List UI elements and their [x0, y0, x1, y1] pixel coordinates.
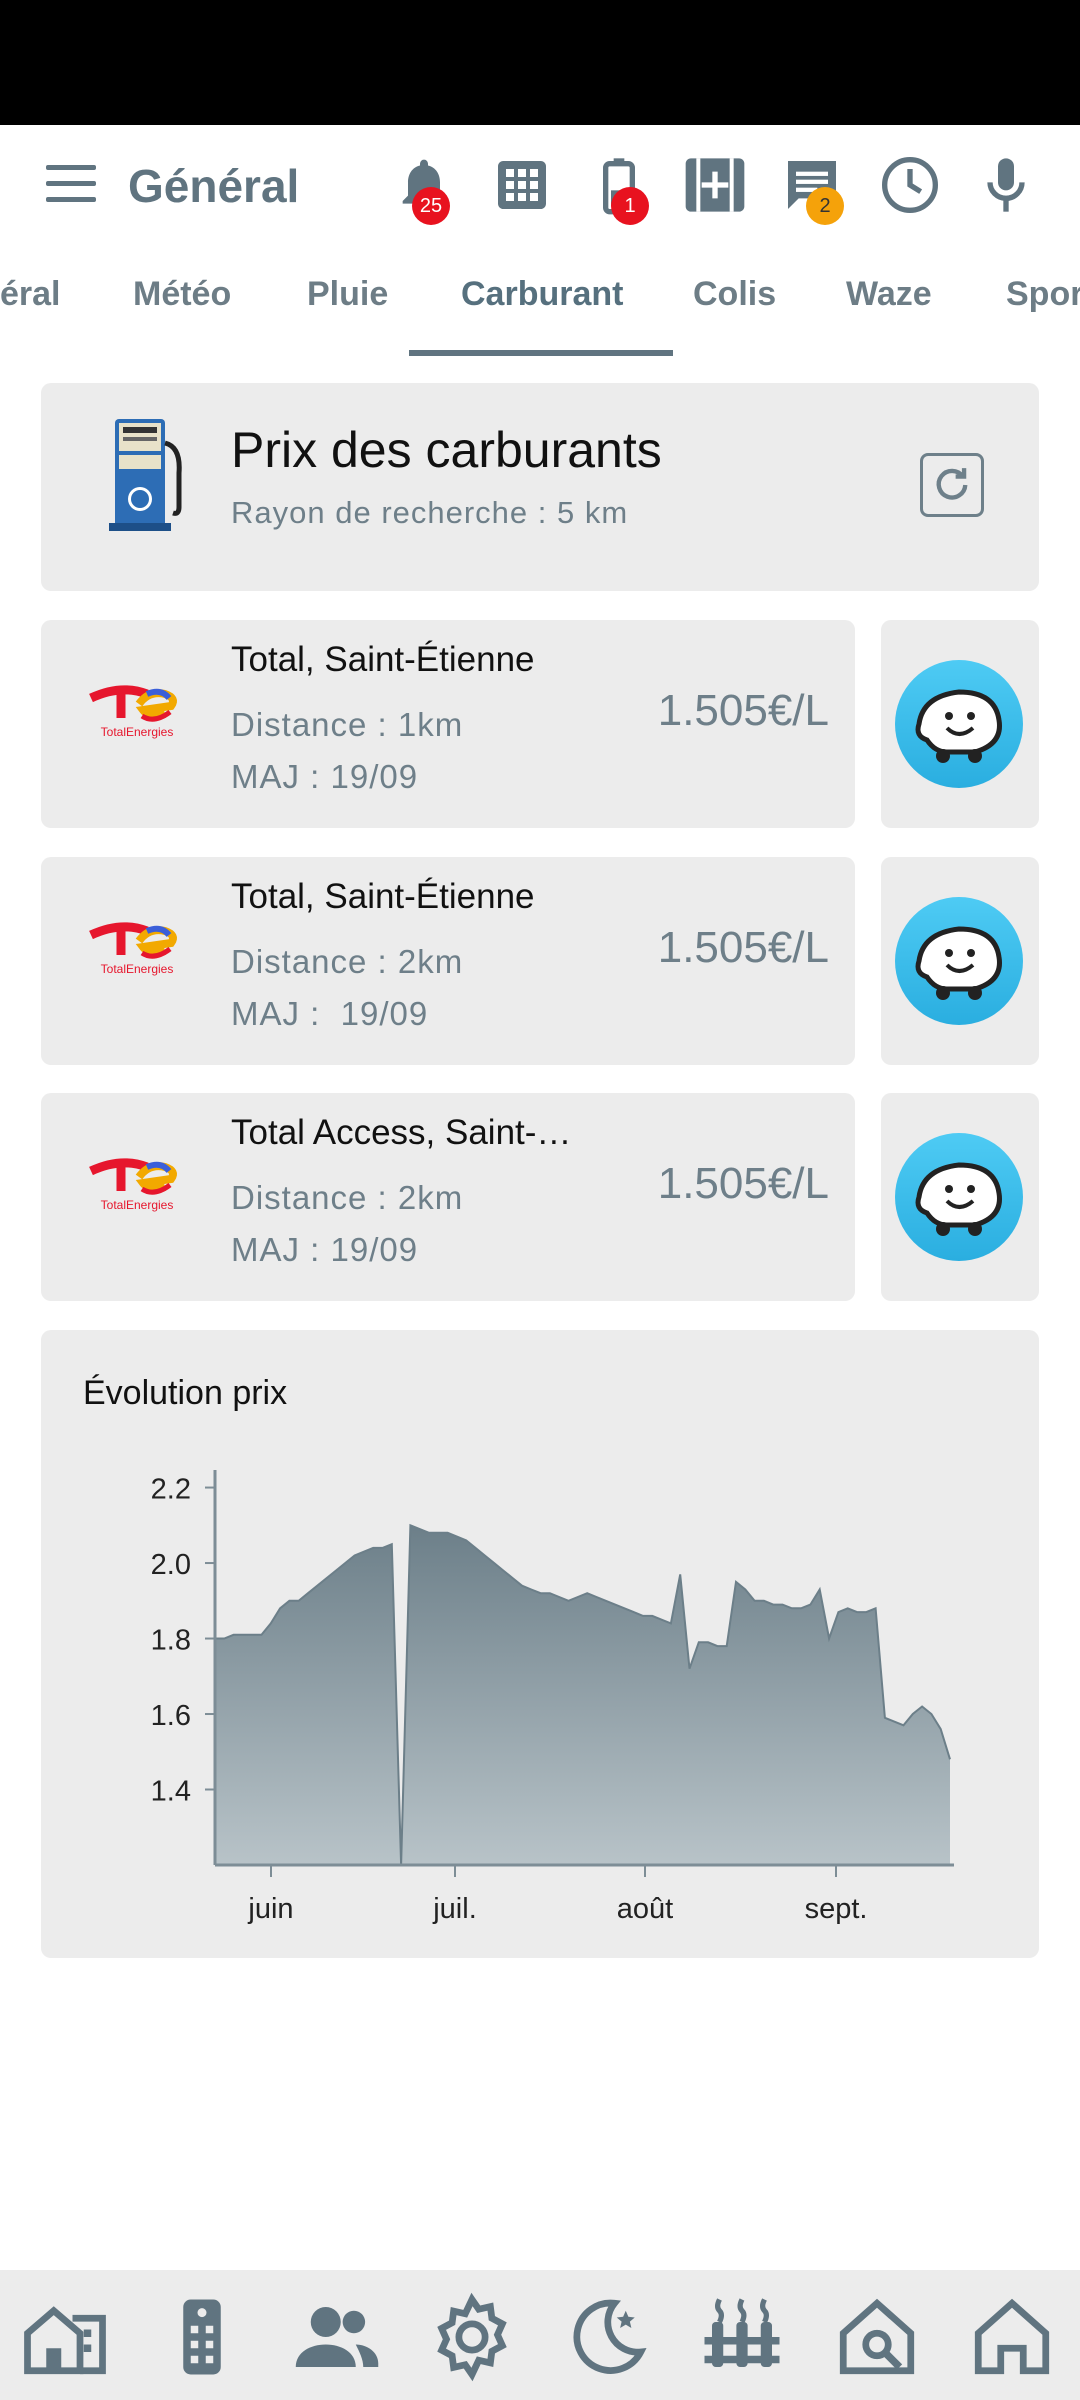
battery-icon[interactable]: 1 — [587, 153, 651, 225]
app-bar: Général 25 1 2 — [0, 125, 1080, 245]
price-chart: 2.2 2.0 1.8 1.6 1.4 juin juil. août sept. — [151, 1470, 954, 1925]
station-price: 1.505€/L — [657, 923, 829, 972]
tab-pluie[interactable]: Pluie — [307, 275, 388, 314]
station-distance: Distance : 2km — [231, 943, 464, 980]
waze-button[interactable] — [881, 1093, 1039, 1301]
people-icon[interactable] — [292, 2292, 382, 2382]
message-icon[interactable]: 2 — [780, 153, 844, 225]
y-tick-label: 2.0 — [151, 1549, 191, 1581]
buildings-icon[interactable] — [20, 2292, 110, 2382]
price-chart-card: Évolution prix 2.2 2.0 1.8 1.6 1.4 juin juil. a… — [41, 1330, 1039, 1958]
home-icon[interactable] — [967, 2292, 1057, 2382]
refresh-button[interactable] — [920, 453, 984, 517]
notification-badge: 25 — [412, 187, 450, 225]
x-tick-label: juin — [247, 1893, 293, 1925]
microphone-icon[interactable] — [974, 153, 1038, 217]
tab-bar: éral Météo Pluie Carburant Colis Waze Sp… — [0, 245, 1080, 360]
waze-button[interactable] — [881, 857, 1039, 1065]
station-distance: Distance : 1km — [231, 706, 464, 743]
home-search-icon[interactable] — [832, 2292, 922, 2382]
fuel-header-card: Prix des carburants Rayon de recherche :… — [41, 383, 1039, 591]
station-updated: MAJ : 19/09 — [231, 758, 419, 795]
refresh-icon — [936, 468, 968, 500]
totalenergies-logo: TotalEnergies — [87, 909, 187, 979]
x-tick-label: août — [617, 1893, 673, 1925]
station-name: Total, Saint-Étienne — [231, 877, 535, 916]
tab-colis[interactable]: Colis — [693, 275, 776, 314]
active-tab-indicator — [409, 350, 673, 356]
x-tick-label: sept. — [805, 1893, 868, 1925]
grid-icon[interactable] — [490, 153, 554, 217]
totalenergies-logo: TotalEnergies — [87, 672, 187, 742]
waze-icon — [895, 897, 1023, 1025]
station-price: 1.505€/L — [657, 1159, 829, 1208]
search-radius-label: Rayon de recherche : 5 km — [231, 495, 629, 530]
y-tick-label: 2.2 — [151, 1474, 191, 1506]
station-card[interactable]: TotalEnergies Total Access, Saint-… Dist… — [41, 1093, 855, 1301]
station-card[interactable]: TotalEnergies Total, Saint-Étienne Dista… — [41, 857, 855, 1065]
medical-box-icon[interactable] — [683, 153, 753, 217]
station-updated: MAJ : 19/09 — [231, 995, 429, 1032]
tab-meteo[interactable]: Météo — [133, 275, 231, 314]
message-badge: 2 — [806, 187, 844, 225]
menu-line — [46, 165, 96, 170]
station-price: 1.505€/L — [657, 686, 829, 735]
fuel-pump-icon — [97, 413, 227, 533]
waze-icon — [895, 1133, 1023, 1261]
station-name: Total Access, Saint-… — [231, 1113, 572, 1152]
station-card[interactable]: TotalEnergies Total, Saint-Étienne Dista… — [41, 620, 855, 828]
tab-sport[interactable]: Spor — [1006, 275, 1080, 314]
y-tick-label: 1.4 — [151, 1776, 191, 1808]
heater-icon[interactable] — [697, 2292, 787, 2382]
station-name: Total, Saint-Étienne — [231, 640, 535, 679]
status-bar — [0, 0, 1080, 125]
tab-general[interactable]: éral — [0, 275, 61, 314]
y-tick-label: 1.8 — [151, 1625, 191, 1657]
menu-line — [46, 197, 96, 202]
waze-icon — [895, 660, 1023, 788]
waze-button[interactable] — [881, 620, 1039, 828]
clock-icon[interactable] — [878, 153, 942, 217]
svg-text:TotalEnergies: TotalEnergies — [101, 725, 174, 739]
svg-text:TotalEnergies: TotalEnergies — [101, 1198, 174, 1212]
x-tick-label: juil. — [432, 1893, 477, 1925]
y-tick-label: 1.6 — [151, 1700, 191, 1732]
bottom-nav — [0, 2270, 1080, 2400]
settings-gear-icon[interactable] — [427, 2292, 517, 2382]
svg-text:TotalEnergies: TotalEnergies — [101, 962, 174, 976]
fuel-title: Prix des carburants — [231, 422, 662, 478]
station-distance: Distance : 2km — [231, 1179, 464, 1216]
menu-button[interactable] — [46, 165, 96, 205]
tab-carburant[interactable]: Carburant — [461, 275, 623, 314]
totalenergies-logo: TotalEnergies — [87, 1145, 187, 1215]
station-updated: MAJ : 19/09 — [231, 1231, 419, 1268]
battery-badge: 1 — [611, 187, 649, 225]
page-title: Général — [128, 160, 300, 212]
remote-control-icon[interactable] — [157, 2292, 247, 2382]
night-moon-icon[interactable] — [562, 2292, 652, 2382]
bell-icon[interactable]: 25 — [392, 153, 456, 225]
tab-waze[interactable]: Waze — [846, 275, 932, 314]
menu-line — [46, 181, 96, 186]
price-area — [215, 1525, 950, 1865]
